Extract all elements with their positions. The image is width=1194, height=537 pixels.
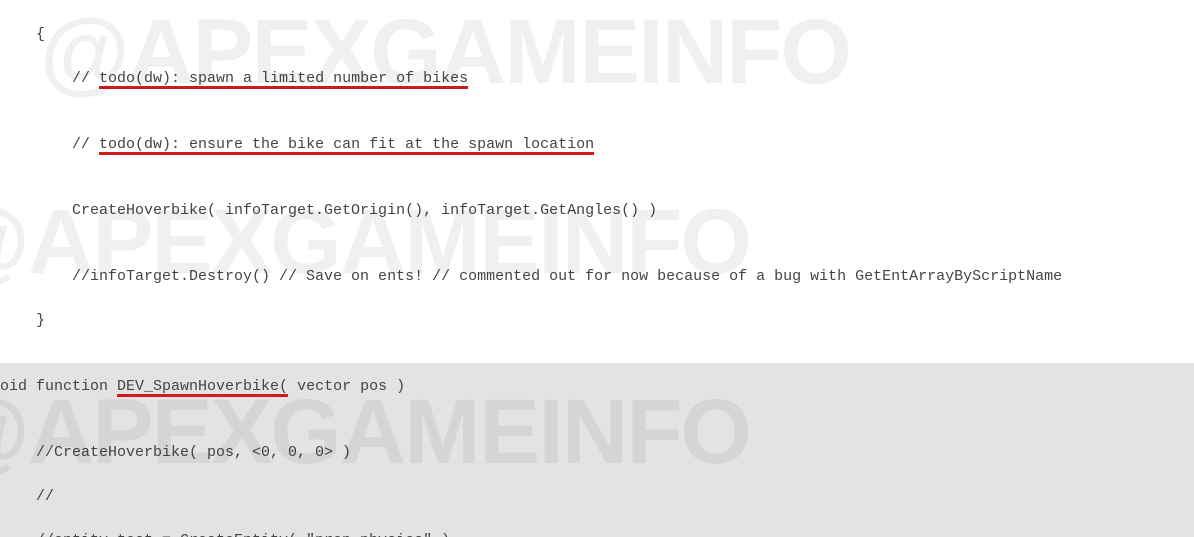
todo-highlight: todo(dw): ensure the bike can fit at the… xyxy=(99,136,594,153)
code-text: // xyxy=(0,70,99,87)
code-line: { xyxy=(0,24,1194,46)
code-line: //entity test = CreateEntity( "prop_phys… xyxy=(0,530,1194,537)
code-text: oid function xyxy=(0,378,117,395)
code-text: vector pos ) xyxy=(288,378,405,395)
code-line: CreateHoverbike( infoTarget.GetOrigin(),… xyxy=(0,200,1194,222)
code-line: } xyxy=(0,310,1194,332)
code-line: // xyxy=(0,486,1194,508)
code-text: // xyxy=(0,136,99,153)
code-line: //infoTarget.Destroy() // Save on ents! … xyxy=(0,266,1194,288)
code-line: oid function DEV_SpawnHoverbike( vector … xyxy=(0,376,1194,398)
todo-highlight: todo(dw): spawn a limited number of bike… xyxy=(99,70,468,87)
code-block: { // todo(dw): spawn a limited number of… xyxy=(0,0,1194,537)
code-line: //CreateHoverbike( pos, <0, 0, 0> ) xyxy=(0,442,1194,464)
code-line: // todo(dw): ensure the bike can fit at … xyxy=(0,134,1194,156)
code-line: // todo(dw): spawn a limited number of b… xyxy=(0,68,1194,90)
function-name-highlight: DEV_SpawnHoverbike( xyxy=(117,378,288,395)
